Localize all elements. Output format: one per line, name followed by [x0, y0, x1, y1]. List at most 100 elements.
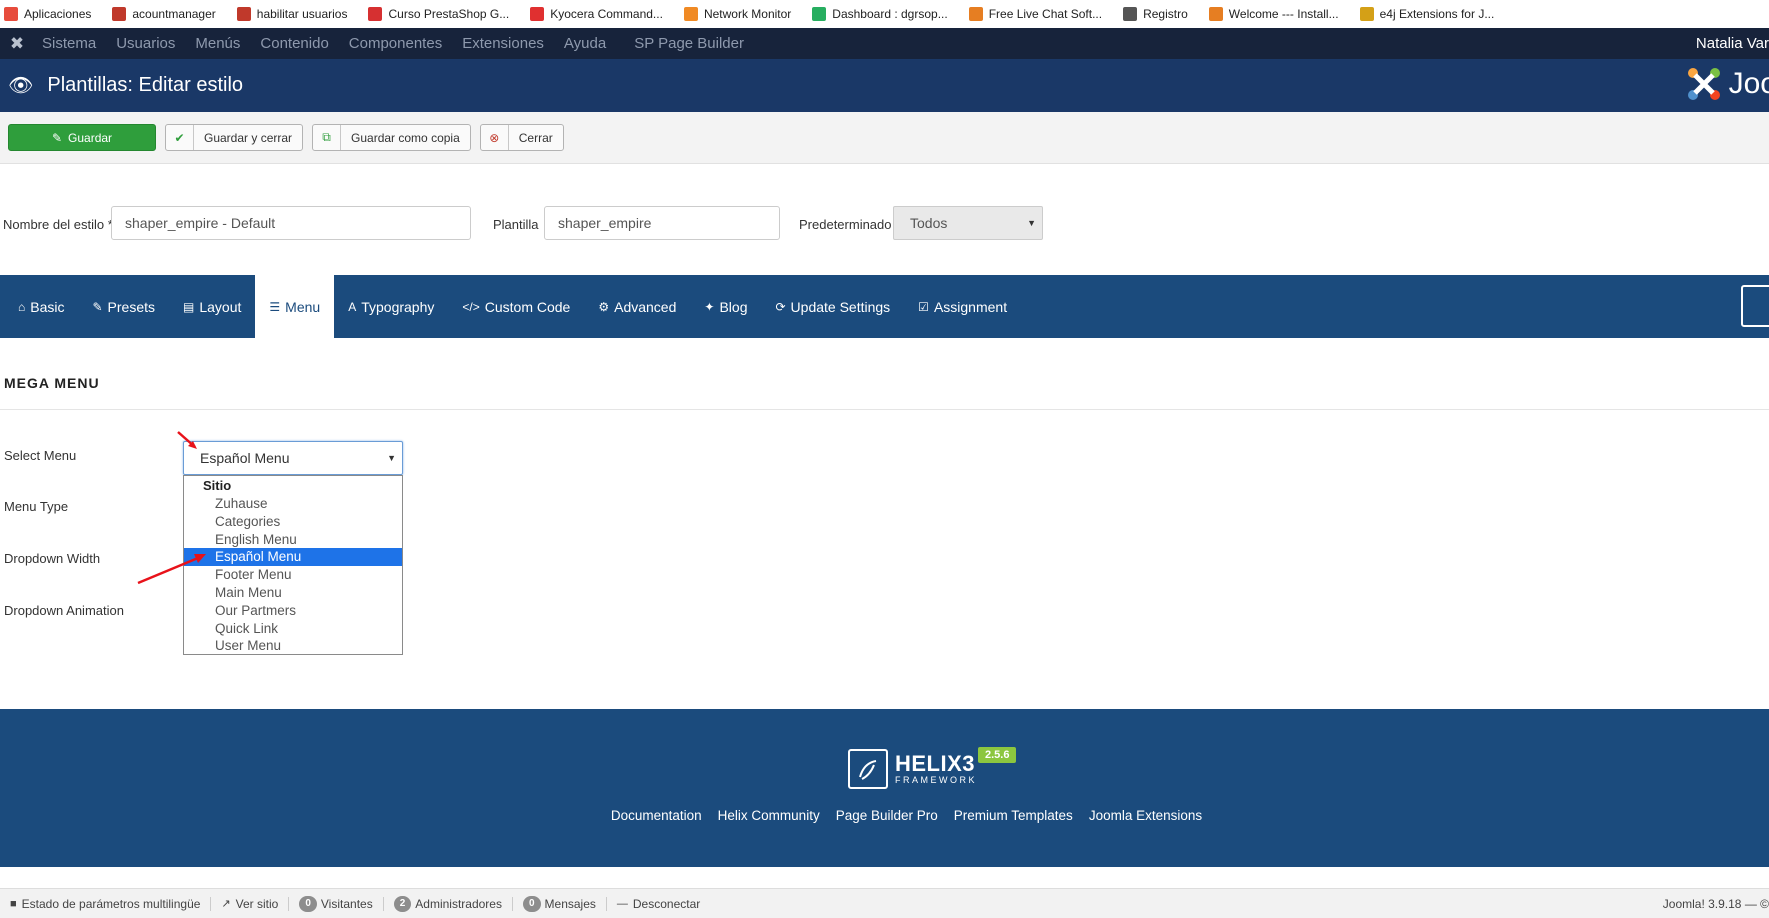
bookmark-label: acountmanager [132, 7, 216, 21]
menu-type-label: Menu Type [4, 499, 69, 514]
visitors-link[interactable]: 0 Visitantes [289, 895, 384, 912]
default-select-value: Todos [910, 215, 948, 231]
menu-icon: ☰ [269, 299, 281, 314]
layout-icon: ▤ [183, 299, 195, 314]
bookmark-registro[interactable]: Registro [1123, 7, 1188, 21]
save-button-label: Guardar [68, 130, 113, 145]
option-our-partmers[interactable]: Our Partmers [184, 602, 402, 620]
dgr-favicon [112, 7, 127, 21]
page: Aplicaciones acountmanager habilitar usuar… [0, 0, 1769, 918]
bookmarks-bar: Aplicaciones acountmanager habilitar usuar… [0, 0, 1769, 28]
tab-menu[interactable]: ☰ Menu [255, 275, 335, 338]
bookmark-network-monitor[interactable]: Network Monitor [683, 7, 792, 21]
settings-tabs: ⌂ Basic ✎ Presets ▤ Layout ☰ Menu A Typography </>… [0, 275, 1769, 338]
menu-item-ayuda[interactable]: Ayuda [564, 35, 606, 52]
footer-link-page-builder-pro[interactable]: Page Builder Pro [836, 808, 938, 823]
menu-item-menus[interactable]: Menús [195, 35, 240, 52]
footer-link-helix-community[interactable]: Helix Community [718, 808, 820, 823]
bookmark-free-live-chat-soft[interactable]: Free Live Chat Soft... [968, 7, 1103, 21]
helix-logo-sub: FRAMEWORK [895, 775, 977, 785]
tab-label: Blog [719, 298, 748, 315]
footer-link-premium-templates[interactable]: Premium Templates [954, 808, 1073, 823]
bookmark-dashboard-dgrsop[interactable]: Dashboard : dgrsop... [812, 7, 948, 21]
view-site-link[interactable]: ↗ Ver sitio [211, 896, 290, 911]
template-input[interactable]: shaper_empire [544, 206, 780, 240]
helix-logo-main: HELIX3 [895, 751, 976, 776]
assignment-icon: ☑ [918, 299, 929, 314]
bookmark-label: Dashboard : dgrsop... [832, 7, 948, 21]
option-english-menu[interactable]: English Menu [184, 531, 402, 549]
tab-assignment[interactable]: ☑ Assignment [904, 275, 1021, 338]
bookmark-kyocera-command[interactable]: Kyocera Command... [530, 7, 663, 21]
tab-typography[interactable]: A Typography [334, 275, 448, 338]
tab-label: Advanced [614, 298, 677, 315]
menu-item-sp-page-builder[interactable]: SP Page Builder [634, 35, 744, 52]
tab-label: Update Settings [790, 298, 891, 315]
bookmark-welcome-install[interactable]: Welcome --- Install... [1208, 7, 1339, 21]
option-user-menu[interactable]: User Menu [184, 637, 402, 655]
tab-advanced[interactable]: ⚙ Advanced [584, 275, 690, 338]
bookmark-acountmanager[interactable]: acountmanager [112, 7, 216, 21]
caret-down-icon: ▼ [1027, 218, 1036, 228]
select-menu-options: Sitio Zuhause Categories English Menu Españ… [183, 475, 403, 655]
close-button[interactable]: ⊗ Cerrar [479, 124, 564, 151]
tab-basic[interactable]: ⌂ Basic [4, 275, 78, 338]
bookmark-label: Welcome --- Install... [1228, 7, 1339, 21]
minus-icon: — [616, 897, 628, 910]
style-name-input[interactable]: shaper_empire - Default [111, 206, 471, 240]
tab-layout[interactable]: ▤ Layout [169, 275, 255, 338]
bookmark-aplicaciones[interactable]: Aplicaciones [4, 7, 91, 21]
footer-link-joomla-extensions[interactable]: Joomla Extensions [1089, 808, 1202, 823]
helix-footer: HELIX3 FRAMEWORK 2.5.6 Documentation Heli… [0, 709, 1769, 867]
check-icon: ✔ [166, 125, 194, 150]
save-as-copy-button[interactable]: ⧉ Guardar como copia [312, 124, 471, 151]
custom-code-icon: </> [462, 299, 480, 314]
joomla-version: Joomla! 3.9.18 — © [1662, 897, 1769, 911]
option-espanol-menu[interactable]: Español Menu [184, 548, 402, 567]
dropdown-animation-label: Dropdown Animation [4, 603, 124, 618]
bookmark-label: Free Live Chat Soft... [988, 7, 1103, 21]
option-quick-link[interactable]: Quick Link [184, 620, 402, 638]
tab-blog[interactable]: ✦ Blog [690, 275, 761, 338]
admin-menu-bar: ✖ Sistema Usuarios Menús Contenido Compo… [0, 28, 1769, 59]
logout-link[interactable]: — Desconectar [607, 897, 710, 911]
save-and-close-button[interactable]: ✔ Guardar y cerrar [165, 124, 304, 151]
joomla-wordmark: Joo [1728, 67, 1769, 100]
presets-icon: ✎ [92, 299, 103, 314]
bookmark-curso-prestashop-g[interactable]: Curso PrestaShop G... [368, 7, 509, 21]
status-bar: ■ Estado de parámetros multilingüe ↗ Ver… [0, 888, 1769, 918]
default-select[interactable]: Todos ▼ [893, 206, 1043, 240]
bookmark-habilitar-usuarios[interactable]: habilitar usuarios [236, 7, 347, 21]
admins-label: Administradores [415, 896, 502, 911]
logout-label: Desconectar [632, 896, 701, 911]
menu-item-componentes[interactable]: Componentes [349, 35, 442, 52]
bookmark-label: Registro [1143, 7, 1188, 21]
tab-label: Layout [199, 298, 242, 315]
bookmark-label: Network Monitor [703, 7, 792, 21]
option-main-menu[interactable]: Main Menu [184, 584, 402, 602]
select-menu-label: Select Menu [4, 448, 77, 463]
menu-item-usuarios[interactable]: Usuarios [116, 35, 175, 52]
messages-label: Mensajes [544, 896, 596, 911]
tab-custom-code[interactable]: </> Custom Code [448, 275, 584, 338]
style-form: Nombre del estilo * shaper_empire - Defa… [0, 164, 1769, 275]
joomla-icon[interactable]: ✖ [8, 34, 26, 53]
menu-item-contenido[interactable]: Contenido [260, 35, 328, 52]
admins-link[interactable]: 2 Administradores [384, 895, 513, 912]
footer-link-documentation[interactable]: Documentation [611, 808, 702, 823]
option-categories[interactable]: Categories [184, 513, 402, 531]
menu-item-extensiones[interactable]: Extensiones [462, 35, 544, 52]
save-as-copy-label: Guardar como copia [351, 130, 460, 145]
bookmark-e4j-extensions-for-j[interactable]: e4j Extensions for J... [1359, 7, 1494, 21]
tab-update-settings[interactable]: ⟳ Update Settings [761, 275, 904, 338]
option-zuhause[interactable]: Zuhause [184, 495, 402, 513]
menu-item-sistema[interactable]: Sistema [42, 35, 96, 52]
messages-link[interactable]: 0 Mensajes [513, 895, 607, 912]
style-name-label: Nombre del estilo * [3, 217, 113, 232]
multilang-status-link[interactable]: ■ Estado de parámetros multilingüe [0, 896, 212, 911]
save-button[interactable]: ✎ Guardar [8, 124, 156, 151]
select-menu-dropdown[interactable]: Español Menu ▼ [183, 441, 403, 475]
user-menu[interactable]: Natalia Var [1696, 28, 1769, 59]
tab-presets[interactable]: ✎ Presets [78, 275, 169, 338]
option-footer-menu[interactable]: Footer Menu [184, 566, 402, 584]
